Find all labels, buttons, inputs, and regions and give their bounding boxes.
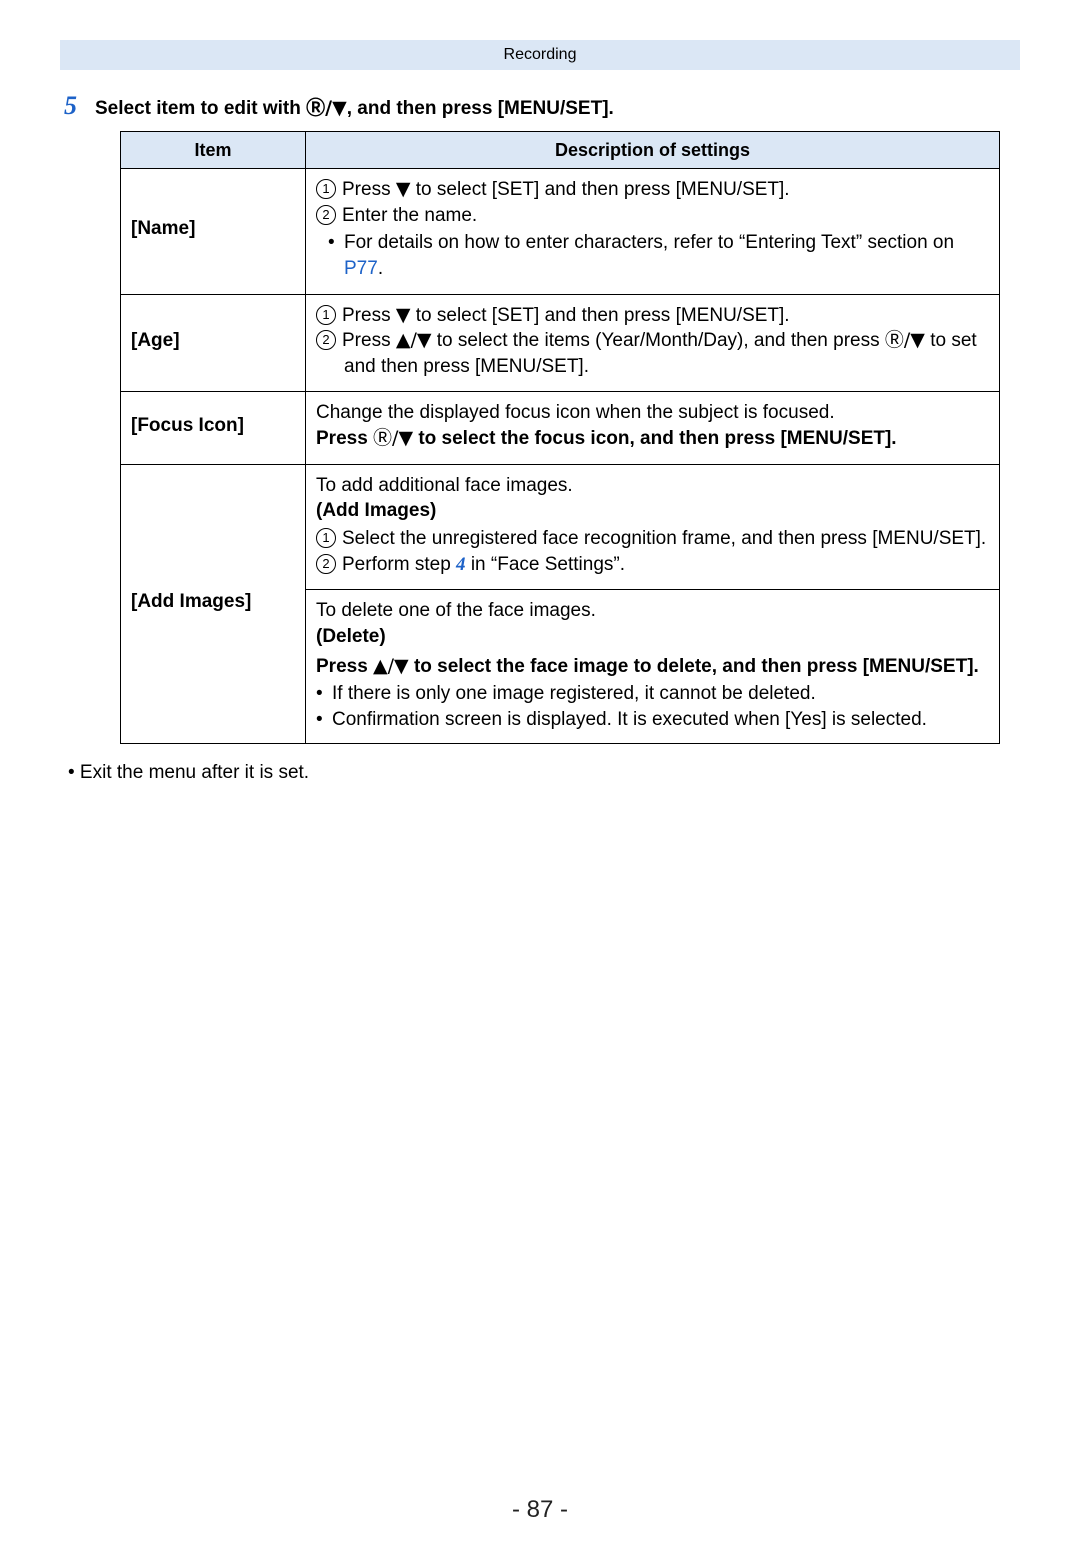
- dial-down-icon: Ⓡ/▼: [306, 97, 347, 119]
- name-l2: Enter the name.: [342, 205, 477, 226]
- table-row: [Age] 1 Press ▼ to select [SET] and then …: [121, 294, 1000, 392]
- add-top-sub2-pre: Perform step: [342, 554, 456, 575]
- add-top-sub1: Select the unregistered face recognition…: [342, 528, 986, 549]
- item-add: [Add Images]: [121, 464, 306, 743]
- step-1-icon: 1: [316, 528, 336, 548]
- section-header: Recording: [60, 40, 1020, 70]
- down-icon: ▼: [396, 304, 411, 326]
- step-1-icon: 1: [316, 305, 336, 325]
- add-bot-l3-post: to select the face image to delete, and …: [409, 656, 979, 677]
- item-name: [Name]: [121, 168, 306, 294]
- down-icon: ▼: [396, 178, 411, 200]
- focus-l1: Change the displayed focus icon when the…: [316, 400, 989, 426]
- dial-down-icon: Ⓡ/▼: [373, 427, 413, 449]
- name-l3-post: .: [378, 258, 383, 279]
- add-bot-l1: To delete one of the face images.: [316, 598, 989, 624]
- add-top-l1: To add additional face images.: [316, 473, 989, 499]
- post-note: • Exit the menu after it is set.: [68, 760, 1020, 786]
- add-top-sub2-num: 4: [456, 554, 466, 575]
- age-l1-post: to select [SET] and then press [MENU/SET…: [410, 305, 789, 326]
- page-number: - 87 -: [0, 1494, 1080, 1526]
- focus-l2-post: to select the focus icon, and then press…: [413, 428, 897, 449]
- step-number: 5: [64, 91, 77, 120]
- add-bot-l5: Confirmation screen is displayed. It is …: [332, 709, 927, 730]
- table-head-desc: Description of settings: [306, 131, 1000, 168]
- bullet-icon: •: [328, 230, 344, 256]
- desc-age: 1 Press ▼ to select [SET] and then press …: [306, 294, 1000, 392]
- dial-down-icon: Ⓡ/▼: [885, 329, 925, 351]
- add-top-sub2-post: in “Face Settings”.: [466, 554, 625, 575]
- step-2-icon: 2: [316, 330, 336, 350]
- add-bot-l3-pre: Press: [316, 656, 373, 677]
- table-row: [Add Images] To add additional face imag…: [121, 464, 1000, 743]
- step-text-pre: Select item to edit with: [95, 98, 306, 119]
- p77-link[interactable]: P77: [344, 258, 378, 279]
- age-l2-post: to select the items (Year/Month/Day), an…: [431, 330, 884, 351]
- desc-focus: Change the displayed focus icon when the…: [306, 392, 1000, 464]
- item-age: [Age]: [121, 294, 306, 392]
- step-text-post: , and then press [MENU/SET].: [347, 98, 614, 119]
- name-l1-post: to select [SET] and then press [MENU/SET…: [410, 179, 789, 200]
- step-2-icon: 2: [316, 554, 336, 574]
- age-l1-pre: Press: [342, 305, 396, 326]
- table-row: [Name] 1 Press ▼ to select [SET] and then…: [121, 168, 1000, 294]
- step-line: 5 Select item to edit with Ⓡ/▼, and then …: [64, 88, 1020, 123]
- item-focus: [Focus Icon]: [121, 392, 306, 464]
- age-l2-pre: Press: [342, 330, 396, 351]
- name-l1-pre: Press: [342, 179, 396, 200]
- up-down-icon: ▲/▼: [396, 329, 432, 351]
- bullet-icon: •: [316, 681, 332, 707]
- bullet-icon: •: [316, 707, 332, 733]
- add-top-l2: (Add Images): [316, 500, 436, 521]
- desc-name: 1 Press ▼ to select [SET] and then press …: [306, 168, 1000, 294]
- name-l3-pre: For details on how to enter characters, …: [344, 232, 954, 253]
- step-1-icon: 1: [316, 179, 336, 199]
- table-head-item: Item: [121, 131, 306, 168]
- up-down-icon: ▲/▼: [373, 655, 409, 677]
- add-bot-l2: (Delete): [316, 626, 386, 647]
- step-2-icon: 2: [316, 205, 336, 225]
- desc-add: To add additional face images. (Add Imag…: [306, 464, 1000, 743]
- add-bot-l4: If there is only one image registered, i…: [332, 683, 816, 704]
- focus-l2-pre: Press: [316, 428, 373, 449]
- table-row: [Focus Icon] Change the displayed focus …: [121, 392, 1000, 464]
- settings-table: Item Description of settings [Name] 1 Pre…: [120, 131, 1000, 744]
